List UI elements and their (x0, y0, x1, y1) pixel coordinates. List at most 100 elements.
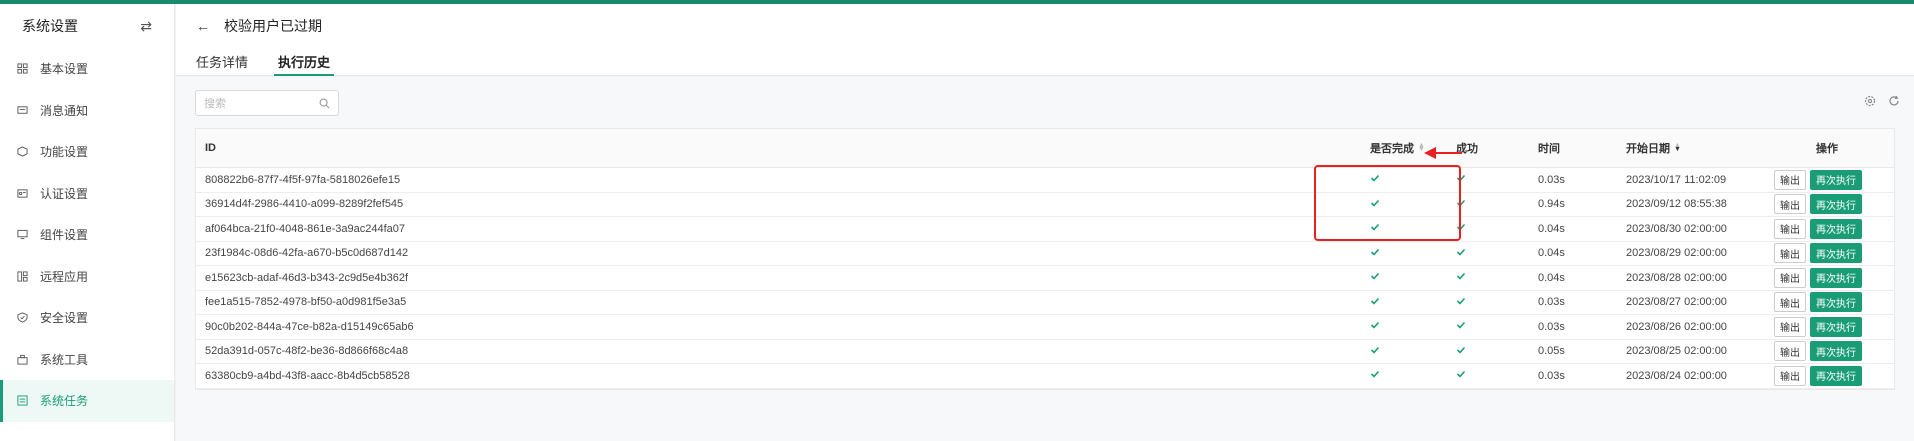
shield-icon (16, 312, 28, 324)
sidebar-item-4[interactable]: 组件设置 (0, 214, 174, 256)
sidebar-item-label: 组件设置 (40, 228, 89, 243)
cell-success (1450, 222, 1532, 235)
search-placeholder: 搜索 (204, 98, 226, 110)
apps-icon (16, 270, 28, 282)
sidebar-item-8[interactable]: 系统任务 (0, 380, 174, 422)
cell-ops: 输出 再次执行 (1770, 341, 1862, 362)
column-header-done-label: 是否完成 (1370, 143, 1414, 155)
cell-success (1450, 271, 1532, 284)
cell-ops: 输出 再次执行 (1770, 194, 1862, 215)
cell-ops: 输出 再次执行 (1770, 218, 1862, 239)
cell-start: 2023/08/29 02:00:00 (1626, 247, 1727, 260)
sidebar-item-0[interactable]: 基本设置 (0, 48, 174, 90)
cell-ops: 输出 再次执行 (1770, 267, 1862, 288)
sort-desc-icon[interactable]: ▲ ▼ (1674, 142, 1681, 153)
cell-ops: 输出 再次执行 (1770, 365, 1862, 386)
tab-task-details[interactable]: 任务详情 (196, 44, 248, 76)
rerun-button[interactable]: 再次执行 (1810, 243, 1862, 264)
cell-start: 2023/08/27 02:00:00 (1626, 296, 1727, 309)
output-button[interactable]: 输出 (1774, 243, 1806, 264)
rerun-button[interactable]: 再次执行 (1810, 267, 1862, 288)
history-table: ID 是否完成 ▲ ▼ 成功 时间 开始日期 ▲ ▼ 操作 808822b6-87f… (195, 128, 1895, 390)
table-tools (1864, 95, 1900, 107)
cell-success (1450, 198, 1532, 211)
rerun-button[interactable]: 再次执行 (1810, 218, 1862, 239)
column-header-id: ID (205, 142, 216, 154)
check-icon (1456, 370, 1466, 382)
cell-start: 2023/08/30 02:00:00 (1626, 222, 1727, 235)
output-button[interactable]: 输出 (1774, 365, 1806, 386)
check-icon (1370, 369, 1380, 382)
cell-success (1450, 296, 1532, 309)
cell-id: 63380cb9-a4bd-43f8-aacc-8b4d5cb58528 (205, 369, 410, 382)
table-header: ID 是否完成 ▲ ▼ 成功 时间 开始日期 ▲ ▼ 操作 (196, 129, 1894, 168)
cell-start: 2023/08/24 02:00:00 (1626, 369, 1727, 382)
sidebar-item-label: 系统任务 (40, 394, 89, 409)
collapse-toggle-icon[interactable]: ⇄ (140, 18, 152, 35)
cell-success (1450, 247, 1532, 260)
column-header-start[interactable]: 开始日期 ▲ ▼ (1620, 140, 1770, 156)
cell-time: 0.03s (1538, 369, 1565, 382)
annotation-highlight-box (1314, 165, 1461, 241)
message-icon (16, 104, 28, 116)
output-button[interactable]: 输出 (1774, 218, 1806, 239)
refresh-icon[interactable] (1888, 95, 1900, 107)
table-body: 808822b6-87f7-4f5f-97fa-5818026efe15 0.03… (196, 168, 1894, 389)
rerun-button[interactable]: 再次执行 (1810, 365, 1862, 386)
sidebar: 系统设置 ⇄ 基本设置 消息通知 功能设置 认证设置 组件设置 远程应用 安全设置 系统工具系… (0, 4, 175, 441)
tab-bar: 任务详情 执行历史 (196, 44, 360, 76)
sidebar-item-6[interactable]: 安全设置 (0, 297, 174, 339)
sidebar-item-7[interactable]: 系统工具 (0, 339, 174, 381)
cell-ops: 输出 再次执行 (1770, 316, 1862, 337)
sidebar-item-5[interactable]: 远程应用 (0, 256, 174, 298)
rerun-button[interactable]: 再次执行 (1810, 169, 1862, 190)
cell-time: 0.04s (1538, 247, 1565, 260)
cell-id: 23f1984c-08d6-42fa-a670-b5c0d687d142 (205, 247, 409, 260)
cell-ops: 输出 再次执行 (1770, 292, 1862, 313)
sidebar-item-label: 功能设置 (40, 145, 89, 160)
cell-time: 0.94s (1538, 198, 1565, 211)
output-button[interactable]: 输出 (1774, 292, 1806, 313)
cell-id: e15623cb-adaf-46d3-b343-2c9d5e4b362f (205, 271, 409, 284)
output-button[interactable]: 输出 (1774, 169, 1806, 190)
toolbox-icon (16, 353, 28, 365)
output-button[interactable]: 输出 (1774, 316, 1806, 337)
search-icon (319, 98, 330, 108)
tab-execution-history[interactable]: 执行历史 (274, 44, 335, 76)
sidebar-item-2[interactable]: 功能设置 (0, 131, 174, 173)
sidebar-item-3[interactable]: 认证设置 (0, 173, 174, 215)
rerun-button[interactable]: 再次执行 (1810, 316, 1862, 337)
cell-id: 808822b6-87f7-4f5f-97fa-5818026efe15 (205, 173, 401, 186)
sidebar-item-label: 基本设置 (40, 62, 89, 77)
cell-time: 0.04s (1538, 271, 1565, 284)
output-button[interactable]: 输出 (1774, 267, 1806, 288)
back-arrow-icon[interactable]: ← (196, 18, 210, 34)
main-content: 搜索 ID 是否完成 ▲ ▼ 成功 时间 开始日期 ▲ ▼ 操作 808822b6-… (176, 77, 1914, 441)
page-header: ← 校验用户已过期 任务详情 执行历史 (176, 4, 1914, 76)
sidebar-item-label: 系统工具 (40, 352, 89, 367)
rerun-button[interactable]: 再次执行 (1810, 194, 1862, 215)
check-icon (1456, 248, 1466, 260)
cell-time: 0.03s (1538, 296, 1565, 309)
search-input[interactable]: 搜索 (195, 90, 339, 116)
page-title: 校验用户已过期 (224, 18, 322, 34)
column-header-time: 时间 (1538, 143, 1560, 155)
sidebar-item-1[interactable]: 消息通知 (0, 90, 174, 132)
rerun-button[interactable]: 再次执行 (1810, 341, 1862, 362)
cell-done (1366, 369, 1450, 382)
check-icon (1370, 271, 1380, 284)
cell-id: 90c0b202-844a-47ce-b82a-d15149c65ab6 (205, 320, 414, 333)
cell-success (1450, 345, 1532, 358)
settings-gear-icon[interactable] (1864, 95, 1876, 107)
cell-start: 2023/10/17 11:02:09 (1626, 173, 1727, 186)
column-header-ops: 操作 (1816, 143, 1838, 155)
table-row: 23f1984c-08d6-42fa-a670-b5c0d687d142 0.04… (196, 242, 1894, 266)
output-button[interactable]: 输出 (1774, 194, 1806, 215)
cell-done (1366, 345, 1450, 358)
table-row: 52da391d-057c-48f2-be36-8d866f68c4a8 0.05… (196, 340, 1894, 364)
monitor-icon (16, 229, 28, 241)
id-card-icon (16, 187, 28, 199)
rerun-button[interactable]: 再次执行 (1810, 292, 1862, 313)
cell-time: 0.04s (1538, 222, 1565, 235)
output-button[interactable]: 输出 (1774, 341, 1806, 362)
